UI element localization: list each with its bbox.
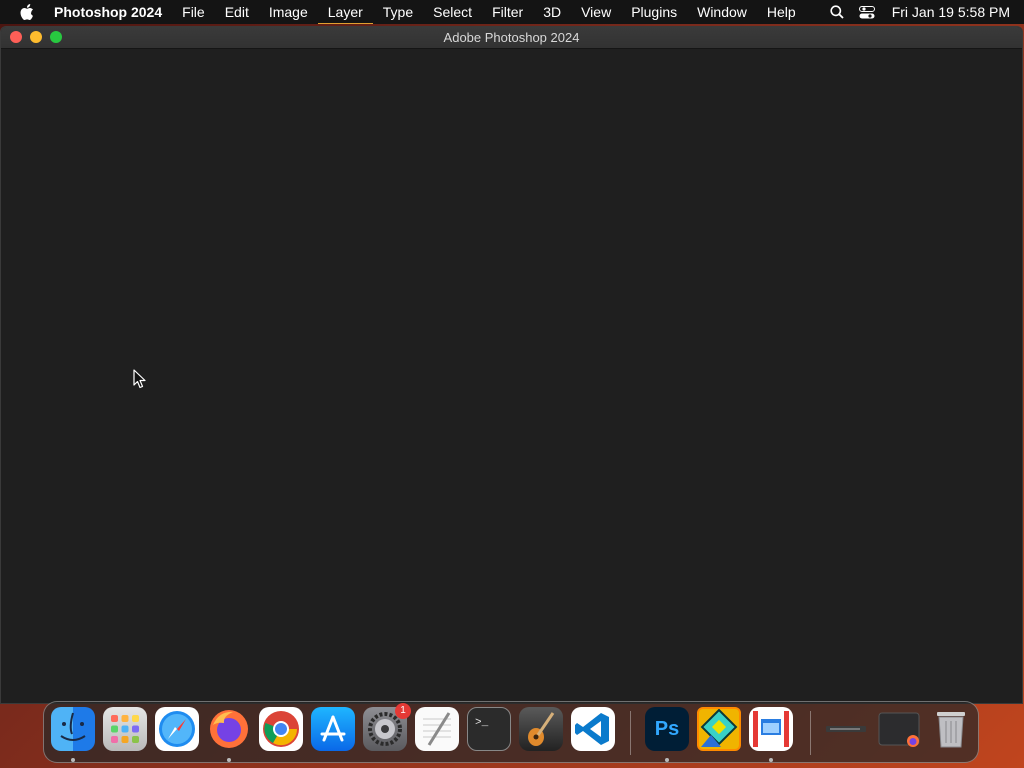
- parallels-running-indicator: [769, 758, 773, 762]
- menu-image[interactable]: Image: [259, 0, 318, 24]
- app-menu[interactable]: Photoshop 2024: [50, 0, 172, 24]
- finder-running-indicator: [71, 758, 75, 762]
- minimize-window-button[interactable]: [30, 31, 42, 43]
- firefox-icon[interactable]: [207, 707, 251, 751]
- window-title: Adobe Photoshop 2024: [443, 30, 580, 45]
- notification-badge: 1: [395, 703, 411, 719]
- menu-window[interactable]: Window: [687, 0, 757, 24]
- garageband-icon[interactable]: [519, 707, 563, 751]
- window-title-bar[interactable]: Adobe Photoshop 2024: [1, 27, 1022, 49]
- menu-view[interactable]: View: [571, 0, 621, 24]
- firefox-running-indicator: [227, 758, 231, 762]
- dock-separator: [810, 711, 811, 755]
- photoshop-icon[interactable]: Ps: [645, 707, 689, 751]
- svg-text:>_: >_: [475, 717, 489, 729]
- minimized-window-thumbnail[interactable]: [824, 707, 868, 751]
- photoshop-icon-label: Ps: [654, 717, 680, 740]
- chrome-icon[interactable]: [259, 707, 303, 751]
- menu-help[interactable]: Help: [757, 0, 806, 24]
- close-window-button[interactable]: [10, 31, 22, 43]
- photoshop-window: Adobe Photoshop 2024: [0, 26, 1023, 704]
- menu-layer[interactable]: Layer: [317, 0, 373, 24]
- launchpad-icon[interactable]: [103, 707, 147, 751]
- apple-menu-icon[interactable]: [16, 2, 36, 22]
- app-store-icon[interactable]: [311, 707, 355, 751]
- menu-3d[interactable]: 3D: [533, 0, 571, 24]
- parallels-icon[interactable]: [749, 707, 793, 751]
- minimized-window-thumbnail[interactable]: [877, 707, 921, 751]
- textedit-icon[interactable]: [415, 707, 459, 751]
- spotlight-search-icon[interactable]: [826, 0, 848, 24]
- zoom-window-button[interactable]: [50, 31, 62, 43]
- mouse-pointer-icon: [133, 369, 146, 389]
- system-settings-icon[interactable]: 1: [363, 703, 411, 751]
- control-center-icon[interactable]: [856, 0, 878, 24]
- menu-select[interactable]: Select: [423, 0, 482, 24]
- menu-file[interactable]: File: [172, 0, 215, 24]
- safari-icon[interactable]: [155, 707, 199, 751]
- dock: 1 >_ Ps: [43, 701, 979, 763]
- vscode-icon[interactable]: [571, 707, 615, 751]
- menu-bar: Photoshop 2024 File Edit Image Layer Typ…: [0, 0, 1024, 24]
- status-area: Fri Jan 19 5:58 PM: [818, 0, 1024, 24]
- menu-edit[interactable]: Edit: [215, 0, 259, 24]
- menu-plugins[interactable]: Plugins: [621, 0, 687, 24]
- photoshop-running-indicator: [665, 758, 669, 762]
- geometry-dash-icon[interactable]: [697, 707, 741, 751]
- terminal-icon[interactable]: >_: [467, 707, 511, 751]
- menu-filter[interactable]: Filter: [482, 0, 533, 24]
- workspace-area[interactable]: [1, 49, 1022, 703]
- trash-icon[interactable]: [929, 707, 973, 751]
- finder-icon[interactable]: [51, 707, 95, 751]
- dock-separator: [630, 711, 631, 755]
- menu-clock[interactable]: Fri Jan 19 5:58 PM: [892, 4, 1010, 20]
- menu-type[interactable]: Type: [373, 0, 423, 24]
